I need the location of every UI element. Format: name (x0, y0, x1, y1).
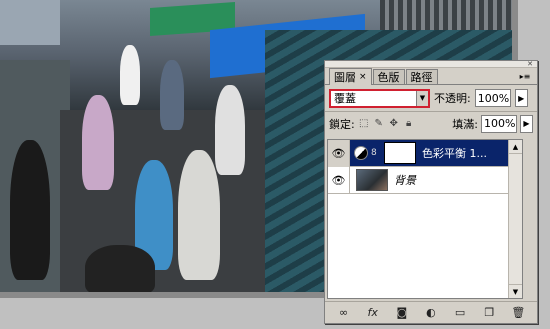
lock-row: 鎖定: ⬚ ✎ ✥ 🔒︎ 填滿: 100% ▶ (325, 111, 537, 135)
adjustment-layer-icon (354, 146, 368, 160)
new-layer-icon[interactable]: ❐ (480, 305, 498, 321)
link-layers-icon[interactable]: ∞ (335, 305, 353, 321)
fx-icon[interactable]: fx (364, 305, 382, 321)
panel-close-icon[interactable]: ✕ (527, 60, 533, 68)
tab-paths[interactable]: 路徑 (405, 69, 438, 84)
layer-name: 背景 (394, 174, 416, 187)
layer-name: 色彩平衡 1... (422, 147, 487, 160)
fx-label: fx (367, 306, 378, 319)
layers-list: 👁︎ 8 色彩平衡 1... 👁︎ 背景 🔒︎ ▲ ▼ (327, 139, 523, 299)
photo-person (82, 95, 114, 190)
lock-transparent-icon[interactable]: ⬚ (358, 118, 370, 130)
chevron-down-icon[interactable]: ▼ (416, 90, 428, 106)
tab-channels[interactable]: 色版 (372, 69, 405, 84)
panel-titlebar[interactable]: ✕ (325, 60, 537, 68)
tab-layers[interactable]: 圖層 × (329, 68, 372, 85)
panel-tabs: 圖層 × 色版 路徑 ▸≡ (325, 68, 537, 85)
blend-mode-value: 覆蓋 (334, 92, 356, 105)
tab-label: 色版 (377, 71, 400, 84)
group-icon[interactable]: ▭ (451, 305, 469, 321)
opacity-input[interactable]: 100% (474, 89, 511, 107)
tab-label: 圖層 (334, 71, 356, 84)
blend-row: 覆蓋 ▼ 不透明: 100% ▶ (325, 85, 537, 111)
lock-position-icon[interactable]: ✥ (388, 118, 400, 130)
scroll-up-icon[interactable]: ▲ (509, 140, 522, 154)
layer-thumbnail (356, 169, 388, 191)
layers-panel: ✕ 圖層 × 色版 路徑 ▸≡ 覆蓋 ▼ 不透明: 100% ▶ 鎖定: ⬚ ✎… (324, 60, 538, 324)
scroll-down-icon[interactable]: ▼ (509, 284, 522, 298)
lock-image-icon[interactable]: ✎ (373, 118, 385, 130)
photo-person (215, 85, 245, 175)
trash-icon[interactable]: 🗑︎ (509, 305, 527, 321)
tab-close-icon[interactable]: × (359, 72, 367, 82)
panel-menu-icon[interactable]: ▸≡ (517, 70, 533, 82)
fill-label: 填滿: (452, 117, 478, 131)
fill-slider-arrow-icon[interactable]: ▶ (520, 114, 533, 133)
opacity-label: 不透明: (434, 92, 471, 105)
photo-person (178, 150, 220, 280)
layer-row-color-balance[interactable]: 👁︎ 8 色彩平衡 1... (328, 139, 522, 167)
lock-label: 鎖定: (329, 117, 355, 131)
link-chain-icon[interactable]: 8 (371, 148, 381, 158)
tab-label: 路徑 (410, 71, 433, 84)
lock-all-icon[interactable]: 🔒︎ (403, 118, 415, 130)
photo-sky (0, 0, 60, 45)
panel-footer: ∞ fx ◙ ◐ ▭ ❐ 🗑︎ (325, 301, 537, 323)
fill-input[interactable]: 100% (481, 114, 517, 133)
adjustment-icon[interactable]: ◐ (422, 305, 440, 321)
eye-icon[interactable]: 👁︎ (328, 166, 350, 194)
opacity-slider-arrow-icon[interactable]: ▶ (514, 89, 528, 107)
layer-row-background[interactable]: 👁︎ 背景 🔒︎ (328, 166, 522, 194)
photo-person (10, 140, 50, 280)
eye-icon[interactable]: 👁︎ (328, 139, 350, 167)
layers-scrollbar[interactable]: ▲ ▼ (508, 140, 522, 298)
photo-person (85, 245, 155, 292)
blend-mode-select[interactable]: 覆蓋 ▼ (329, 88, 430, 108)
photo-person (120, 45, 140, 105)
photo-person (160, 60, 184, 130)
layer-mask-thumbnail[interactable] (384, 142, 416, 164)
mask-icon[interactable]: ◙ (393, 305, 411, 321)
